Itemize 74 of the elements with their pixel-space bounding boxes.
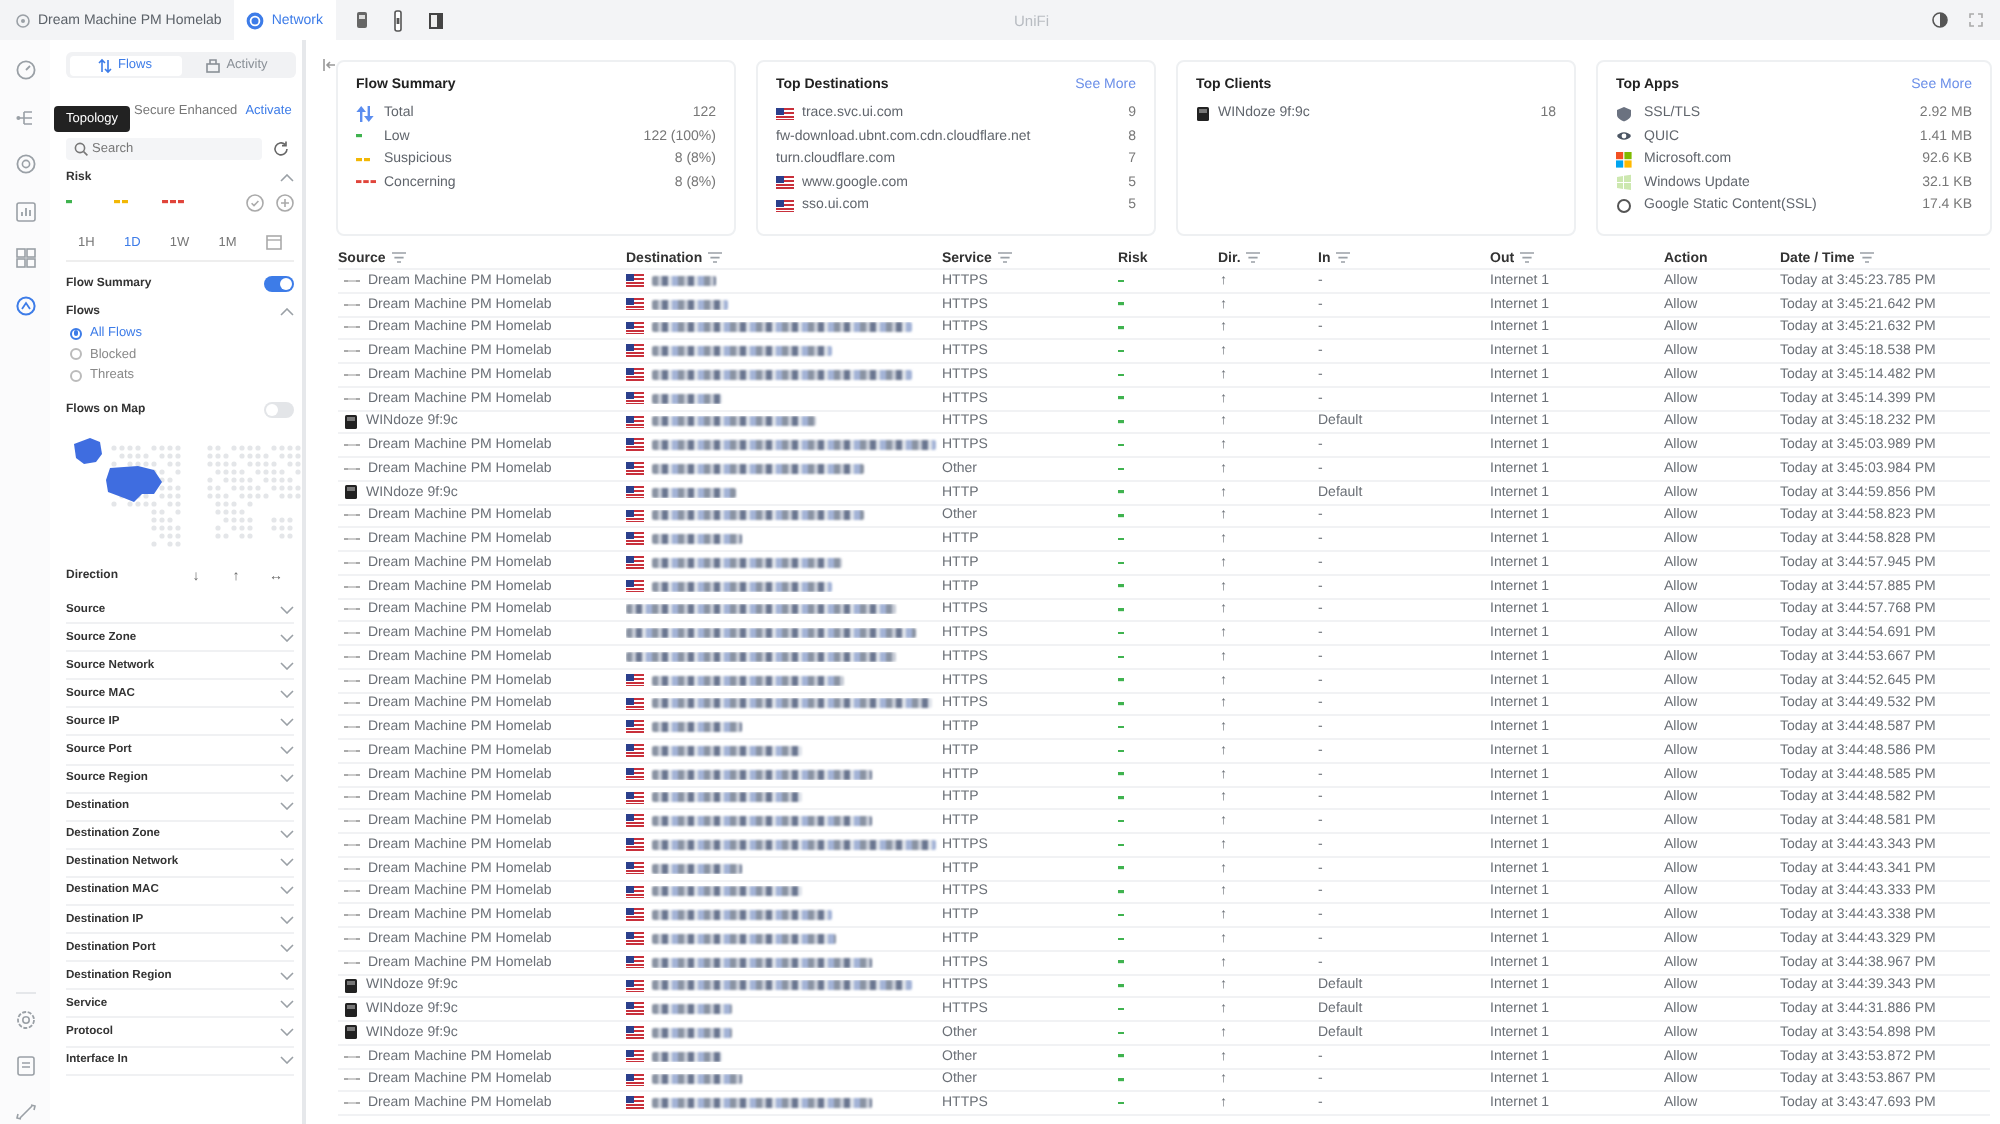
collapse-icon[interactable] <box>322 58 336 72</box>
calendar-icon[interactable] <box>265 234 282 250</box>
filter-icon[interactable] <box>391 252 406 264</box>
chevron-down-icon[interactable] <box>280 605 294 614</box>
tiles-icon <box>1616 151 1632 168</box>
chevron-down-icon[interactable] <box>280 1056 294 1065</box>
chevron-down-icon[interactable] <box>280 915 294 924</box>
filter-icon[interactable] <box>1860 252 1875 264</box>
chevron-down-icon[interactable] <box>280 886 294 895</box>
computer-icon <box>344 413 358 430</box>
network-icon <box>245 11 264 29</box>
refresh-icon[interactable] <box>272 140 290 158</box>
insights-icon[interactable] <box>15 295 35 315</box>
plus-circle-icon[interactable] <box>276 193 294 211</box>
chevron-down-icon[interactable] <box>280 717 294 726</box>
chevron-down-icon[interactable] <box>280 858 294 867</box>
computer-icon <box>344 977 358 994</box>
chevron-down-icon[interactable] <box>280 1027 294 1036</box>
blurred-text <box>652 1004 732 1015</box>
computer-icon <box>344 1001 358 1018</box>
filter-icon[interactable] <box>708 252 723 264</box>
gauge-icon[interactable] <box>15 60 35 80</box>
computer-icon <box>344 484 358 501</box>
search-icon <box>74 142 88 156</box>
blurred-text <box>652 299 728 310</box>
filter-icon[interactable] <box>1246 252 1261 264</box>
link-icon[interactable] <box>15 1102 35 1122</box>
chevron-down-icon[interactable] <box>280 999 294 1008</box>
filter-icon[interactable] <box>1520 252 1535 264</box>
notes-icon[interactable] <box>15 1056 35 1076</box>
toggle-switch[interactable] <box>264 276 294 292</box>
filter-icon[interactable] <box>1336 252 1351 264</box>
ring-icon <box>1616 197 1632 214</box>
chevron-down-icon[interactable] <box>280 943 294 952</box>
chart-icon[interactable] <box>15 201 35 221</box>
blurred-text <box>652 393 722 404</box>
theme-icon[interactable] <box>1932 12 1948 28</box>
briefcase-icon <box>206 57 221 73</box>
chevron-down-icon[interactable] <box>280 689 294 698</box>
blurred-text <box>652 534 742 545</box>
grid-icon[interactable] <box>15 248 35 268</box>
chevron-down-icon[interactable] <box>280 971 294 980</box>
chevron-up-icon[interactable] <box>280 308 294 316</box>
chevron-down-icon[interactable] <box>280 774 294 783</box>
computer-icon <box>344 1024 358 1041</box>
chevron-down-icon[interactable] <box>280 802 294 811</box>
blurred-text <box>652 1027 732 1038</box>
topology-icon[interactable] <box>15 107 35 127</box>
chevron-up-icon[interactable] <box>280 174 294 182</box>
blurred-text <box>652 1051 722 1062</box>
blurred-text <box>652 863 742 874</box>
blurred-text <box>652 487 736 498</box>
device-icon[interactable] <box>355 10 367 30</box>
eye-icon <box>1616 128 1632 145</box>
settings-icon[interactable] <box>15 1010 35 1030</box>
filter-icon[interactable] <box>997 252 1012 264</box>
device-icon[interactable] <box>393 9 401 31</box>
blurred-text <box>652 1074 742 1085</box>
shield-icon <box>1616 105 1632 122</box>
chevron-down-icon[interactable] <box>280 746 294 755</box>
check-circle-icon[interactable] <box>246 193 264 211</box>
toggle-switch[interactable] <box>264 402 294 418</box>
blurred-text <box>652 722 742 733</box>
arrows-icon <box>98 57 112 73</box>
chevron-down-icon[interactable] <box>280 633 294 642</box>
blurred-text <box>652 275 716 286</box>
circle-icon[interactable] <box>15 154 35 174</box>
gateway-icon[interactable] <box>16 13 30 27</box>
computer-icon <box>1196 105 1210 122</box>
expand-icon[interactable] <box>1968 12 1984 28</box>
chevron-down-icon[interactable] <box>280 830 294 839</box>
window-icon <box>1616 174 1632 191</box>
chevron-down-icon[interactable] <box>280 661 294 670</box>
device-icon[interactable] <box>427 11 443 29</box>
